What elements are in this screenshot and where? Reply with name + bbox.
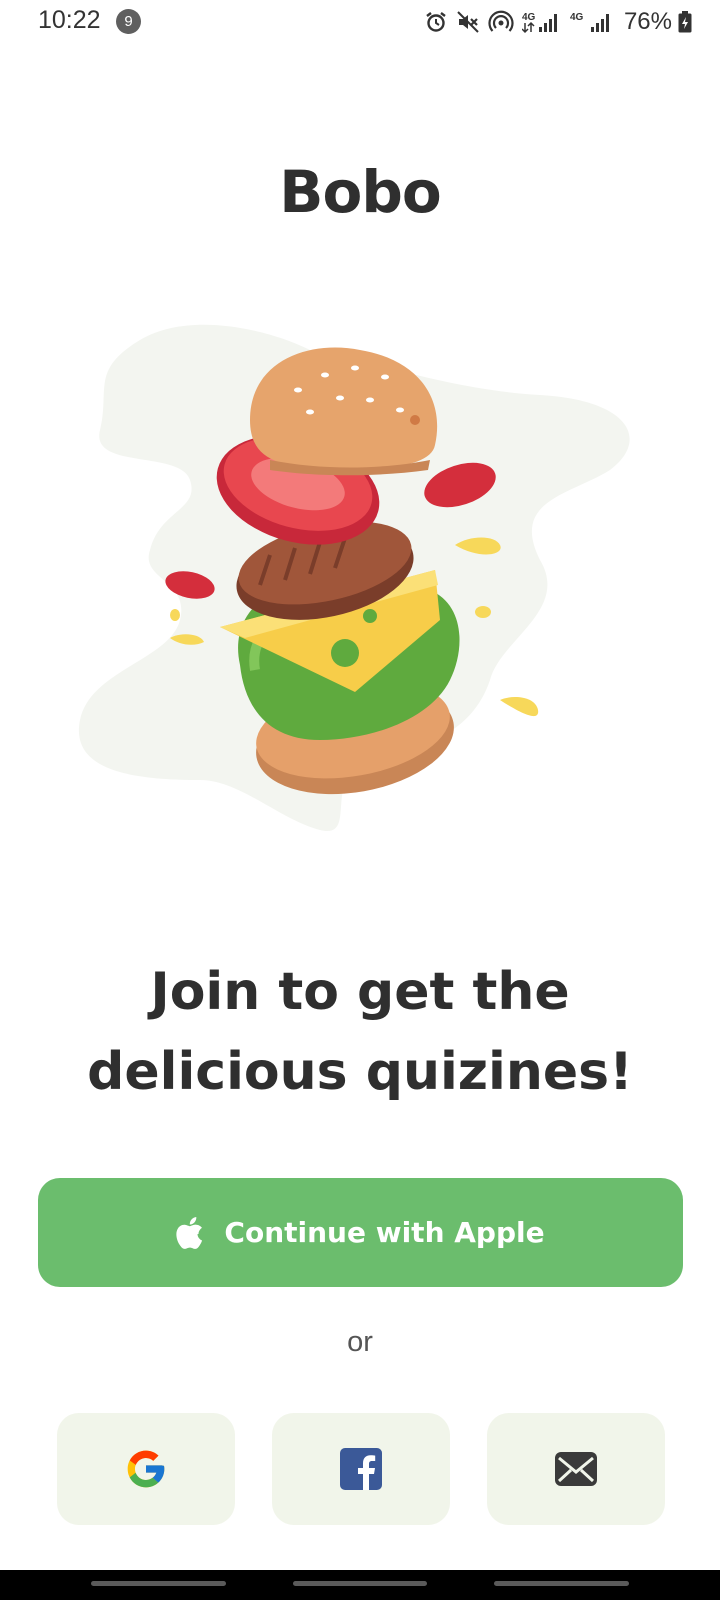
headline-line-1: Join to get the (150, 962, 570, 1022)
email-sign-in-button[interactable] (487, 1413, 665, 1525)
google-icon (127, 1450, 165, 1488)
signal-2-icon: 4G (570, 12, 609, 32)
nav-recents-handle[interactable] (91, 1581, 226, 1586)
apple-icon (176, 1216, 203, 1249)
continue-with-apple-label: Continue with Apple (224, 1216, 545, 1249)
signal-1-icon: 4G (521, 12, 557, 34)
mute-icon (457, 11, 479, 33)
mail-icon (555, 1452, 597, 1486)
battery-percentage: 76% (623, 8, 672, 35)
alarm-icon (426, 12, 446, 32)
burger-illustration (78, 324, 630, 832)
headline-line-2: delicious quizines! (87, 1042, 633, 1102)
headline: Join to get the delicious quizines! (40, 952, 680, 1112)
google-sign-in-button[interactable] (57, 1413, 235, 1525)
status-bar: 10:22 9 4G 4G 76% (0, 0, 720, 44)
svg-text:4G: 4G (570, 12, 584, 23)
hotspot-icon (488, 10, 514, 32)
facebook-sign-in-button[interactable] (272, 1413, 450, 1525)
app-logo: Bobo (279, 158, 441, 226)
svg-text:4G: 4G (522, 12, 536, 23)
facebook-icon (340, 1448, 382, 1490)
battery-charging-icon (678, 11, 692, 33)
notification-count-badge: 9 (116, 9, 141, 34)
nav-home-handle[interactable] (293, 1581, 427, 1586)
or-divider: or (347, 1326, 373, 1358)
continue-with-apple-button[interactable]: Continue with Apple (38, 1178, 683, 1287)
status-time: 10:22 (38, 6, 101, 34)
nav-back-handle[interactable] (494, 1581, 629, 1586)
status-icons: 4G 4G 76% (424, 8, 672, 36)
